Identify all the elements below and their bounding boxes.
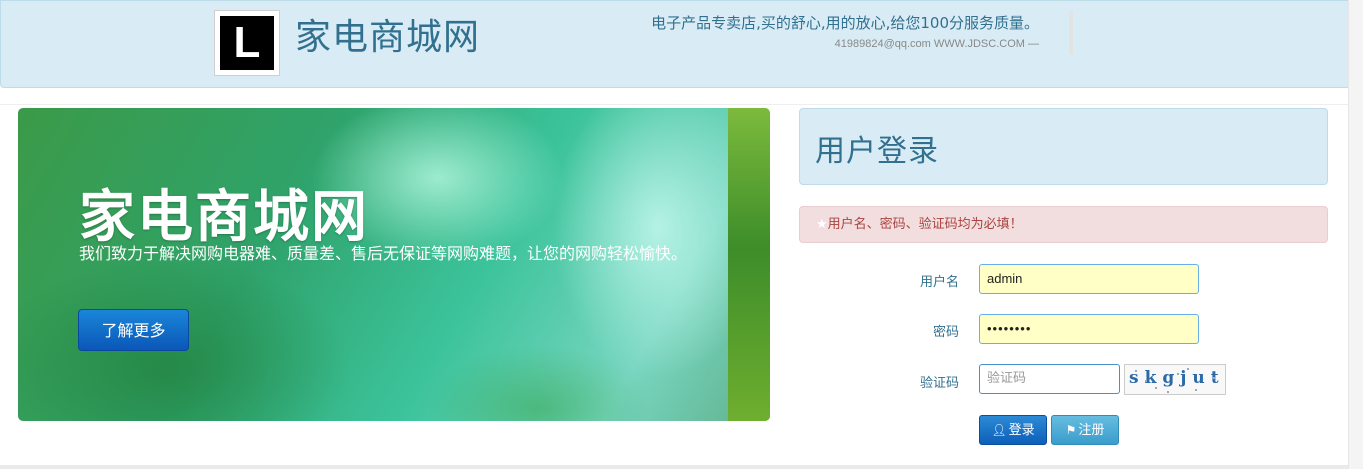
- login-panel-header: 用户登录: [799, 108, 1328, 185]
- header-separator: [0, 104, 1348, 105]
- register-button-label: 注册: [1078, 423, 1105, 438]
- site-title: 家电商城网: [295, 17, 481, 58]
- site-header: L 家电商城网 电子产品专卖店,买的舒心,用的放心,给您100分服务质量。 41…: [0, 0, 1350, 88]
- captcha-noise: [1187, 368, 1189, 370]
- header-slogan: 电子产品专卖店,买的舒心,用的放心,给您100分服务质量。: [651, 14, 1039, 32]
- captcha-noise: [1135, 370, 1137, 372]
- site-logo[interactable]: L: [214, 10, 280, 76]
- password-input[interactable]: ••••••••: [979, 314, 1199, 344]
- captcha-input[interactable]: 验证码: [979, 364, 1120, 394]
- learn-more-button[interactable]: 了解更多: [78, 309, 189, 351]
- star-icon: ★: [816, 217, 828, 232]
- banner-description: 我们致力于解决网购电器难、质量差、售后无保证等网购难题，让您的网购轻松愉快。: [79, 244, 688, 263]
- captcha-image[interactable]: skgjut: [1124, 364, 1226, 395]
- login-title: 用户登录: [815, 134, 939, 169]
- vertical-scrollbar[interactable]: [1348, 0, 1363, 469]
- bookmark-icon: ⚑: [1065, 423, 1077, 437]
- hero-banner: 家电商城网 我们致力于解决网购电器难、质量差、售后无保证等网购难题，让您的网购轻…: [18, 108, 770, 421]
- alert-text: 用户名、密码、验证码均为必填！: [827, 217, 1023, 232]
- login-button[interactable]: 👤︎ 登录: [979, 415, 1047, 445]
- user-icon: 👤︎: [991, 423, 1007, 437]
- captcha-noise: [1177, 373, 1179, 375]
- banner-edge-decoration: [728, 108, 770, 421]
- captcha-noise: [1145, 380, 1147, 382]
- captcha-noise: [1195, 389, 1197, 391]
- username-input[interactable]: admin: [979, 264, 1199, 294]
- header-contact: 41989824@qq.com WWW.JDSC.COM —: [834, 38, 1039, 50]
- header-divider: [1069, 11, 1073, 55]
- username-label: 用户名: [919, 275, 959, 290]
- captcha-noise: [1167, 391, 1169, 393]
- captcha-noise: [1155, 387, 1157, 389]
- captcha-image-text: skgjut: [1129, 368, 1225, 388]
- login-button-label: 登录: [1008, 423, 1035, 438]
- password-label: 密码: [932, 325, 959, 340]
- required-fields-alert: ★用户名、密码、验证码均为必填！: [799, 206, 1328, 243]
- logo-letter: L: [220, 16, 274, 70]
- register-button[interactable]: ⚑ 注册: [1051, 415, 1119, 445]
- footer-edge: [0, 465, 1348, 469]
- captcha-label: 验证码: [919, 376, 959, 391]
- captcha-noise: [1213, 377, 1215, 379]
